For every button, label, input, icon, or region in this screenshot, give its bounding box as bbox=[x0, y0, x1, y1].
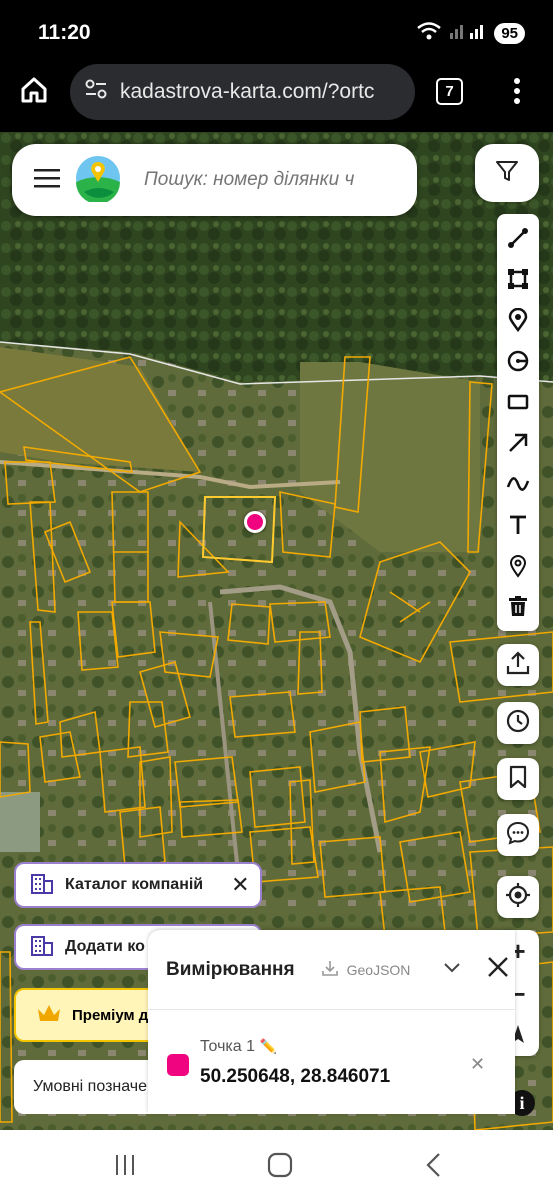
arrow-icon[interactable] bbox=[503, 428, 533, 458]
system-nav-bar bbox=[0, 1130, 553, 1200]
home-nav-icon[interactable] bbox=[267, 1152, 293, 1183]
measurement-title: Вимірювання bbox=[166, 958, 295, 980]
trash-icon[interactable] bbox=[503, 591, 533, 621]
map-view[interactable]: + − i Каталог компаній ✕ Додати ко Премі… bbox=[0, 132, 553, 1130]
url-bar[interactable]: kadastrova-karta.com/?ortc bbox=[70, 64, 415, 120]
upload-icon bbox=[505, 650, 531, 681]
wifi-icon bbox=[416, 20, 442, 47]
browser-toolbar: kadastrova-karta.com/?ortc 7 bbox=[0, 64, 553, 132]
rectangle-icon[interactable] bbox=[503, 387, 533, 417]
measurement-panel: Вимірювання GeoJSON Точка 1 ✏️ 50.250648… bbox=[148, 930, 515, 1114]
search-input[interactable] bbox=[144, 169, 369, 191]
site-settings-icon[interactable] bbox=[84, 78, 108, 106]
geojson-export-button[interactable]: GeoJSON bbox=[321, 959, 411, 980]
legend-button[interactable]: Умовні позначе bbox=[14, 1060, 164, 1114]
legend-label: Умовні позначе bbox=[33, 1078, 148, 1095]
hamburger-menu-icon[interactable] bbox=[34, 167, 60, 194]
status-bar: 11:20 95 bbox=[0, 0, 553, 64]
battery-indicator: 95 bbox=[494, 23, 525, 44]
marker-icon[interactable] bbox=[503, 305, 533, 335]
signal-icon bbox=[448, 21, 488, 46]
measure-point-row[interactable]: Точка 1 ✏️ 50.250648, 28.846071 ✕ bbox=[148, 1010, 515, 1114]
chat-button[interactable] bbox=[497, 814, 539, 856]
premium-label: Преміум д bbox=[72, 1006, 149, 1024]
add-company-label: Додати ко bbox=[65, 938, 145, 955]
url-text: kadastrova-karta.com/?ortc bbox=[120, 80, 375, 103]
filter-icon bbox=[494, 158, 520, 189]
home-icon[interactable] bbox=[18, 74, 50, 111]
point-name: Точка 1 ✏️ bbox=[200, 1038, 277, 1056]
freehand-icon[interactable] bbox=[503, 469, 533, 499]
building-icon bbox=[30, 871, 54, 900]
more-menu-icon[interactable] bbox=[512, 76, 522, 111]
measure-point-marker[interactable] bbox=[244, 511, 266, 533]
share-button[interactable] bbox=[497, 644, 539, 686]
company-catalog-label: Каталог компаній bbox=[65, 876, 204, 893]
company-catalog-button[interactable]: Каталог компаній ✕ bbox=[14, 862, 262, 908]
location-pin-icon[interactable] bbox=[503, 551, 533, 581]
chat-icon bbox=[505, 820, 531, 851]
download-icon bbox=[321, 959, 339, 980]
locate-icon bbox=[505, 882, 531, 913]
building-icon bbox=[30, 933, 54, 962]
remove-point-icon[interactable]: ✕ bbox=[470, 1054, 485, 1075]
search-bar bbox=[12, 144, 417, 216]
tab-switcher-button[interactable]: 7 bbox=[436, 78, 463, 105]
bookmarks-button[interactable] bbox=[497, 758, 539, 800]
filter-button[interactable] bbox=[475, 144, 539, 202]
draw-toolbar bbox=[497, 214, 539, 631]
history-button[interactable] bbox=[497, 702, 539, 744]
bookmark-icon bbox=[505, 764, 531, 795]
text-icon[interactable] bbox=[503, 510, 533, 540]
clock-icon bbox=[505, 708, 531, 739]
close-icon[interactable]: ✕ bbox=[231, 872, 249, 898]
line-icon[interactable] bbox=[503, 223, 533, 253]
pencil-icon[interactable]: ✏️ bbox=[259, 1038, 276, 1054]
measurement-header: Вимірювання GeoJSON bbox=[148, 930, 515, 1010]
recent-apps-icon[interactable] bbox=[114, 1154, 136, 1181]
close-icon[interactable] bbox=[487, 956, 509, 983]
info-icon: i bbox=[519, 1092, 525, 1113]
circle-icon[interactable] bbox=[503, 346, 533, 376]
crown-icon bbox=[36, 1003, 62, 1027]
back-icon[interactable] bbox=[424, 1152, 442, 1183]
my-location-button[interactable] bbox=[497, 876, 539, 918]
status-icons: 95 bbox=[416, 20, 525, 47]
status-time: 11:20 bbox=[38, 21, 91, 44]
site-logo-icon[interactable] bbox=[74, 154, 122, 207]
premium-button[interactable]: Преміум д bbox=[14, 988, 164, 1042]
polygon-icon[interactable] bbox=[503, 264, 533, 294]
chevron-down-icon[interactable] bbox=[443, 961, 461, 979]
point-color-swatch bbox=[167, 1054, 189, 1076]
geojson-label: GeoJSON bbox=[346, 961, 411, 978]
point-coordinates: 50.250648, 28.846071 bbox=[200, 1066, 391, 1087]
point-name-label: Точка 1 bbox=[200, 1038, 255, 1055]
